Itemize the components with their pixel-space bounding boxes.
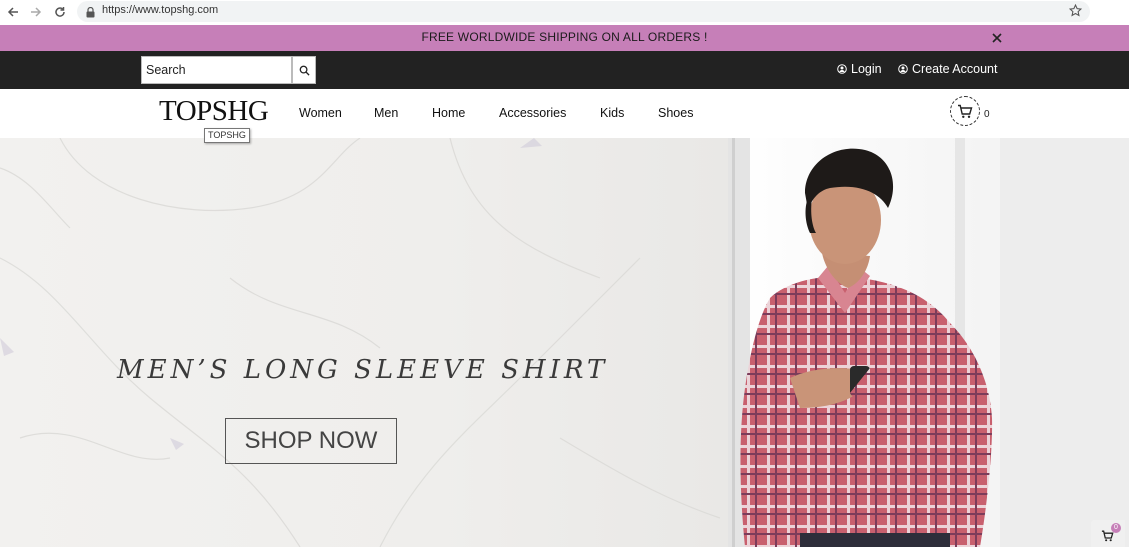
- search-input[interactable]: Search: [141, 56, 292, 84]
- announcement-text: FREE WORLDWIDE SHIPPING ON ALL ORDERS !: [421, 30, 708, 44]
- login-label: Login: [851, 62, 882, 76]
- hero-image: [0, 138, 1129, 547]
- star-icon[interactable]: [1068, 3, 1083, 22]
- shop-now-button[interactable]: SHOP NOW: [225, 418, 397, 464]
- search-button[interactable]: [292, 56, 316, 84]
- address-bar[interactable]: https://www.topshg.com: [77, 1, 1090, 22]
- search-icon: [299, 65, 310, 76]
- site-header: TOPSHG TOPSHG Women Men Home Accessories…: [0, 89, 1129, 143]
- reload-icon[interactable]: [50, 3, 70, 21]
- nav-item-shoes[interactable]: Shoes: [658, 106, 693, 120]
- cart-count: 0: [984, 109, 990, 120]
- cart-button[interactable]: [950, 96, 980, 126]
- create-account-label: Create Account: [912, 62, 998, 76]
- user-icon: [898, 64, 908, 74]
- browser-toolbar: https://www.topshg.com: [0, 0, 1129, 25]
- url-text: https://www.topshg.com: [102, 4, 219, 16]
- nav-item-kids[interactable]: Kids: [600, 106, 624, 120]
- nav-item-home[interactable]: Home: [432, 106, 465, 120]
- search-placeholder: Search: [146, 63, 186, 77]
- site-logo[interactable]: TOPSHG: [159, 95, 269, 128]
- forward-arrow-icon[interactable]: [26, 3, 46, 21]
- back-arrow-icon[interactable]: [3, 3, 23, 21]
- lock-icon: [86, 5, 95, 23]
- hero-title: MEN’S LONG SLEEVE SHIRT: [117, 355, 609, 385]
- cart-icon: [958, 104, 973, 118]
- logo-tooltip: TOPSHG: [204, 128, 250, 143]
- nav-item-women[interactable]: Women: [299, 106, 342, 120]
- close-icon[interactable]: [990, 31, 1004, 45]
- nav-item-accessories[interactable]: Accessories: [499, 106, 566, 120]
- create-account-link[interactable]: Create Account: [898, 62, 997, 76]
- user-icon: [837, 64, 847, 74]
- floating-cart-count: 0: [1111, 523, 1121, 533]
- floating-cart-button[interactable]: 0: [1091, 520, 1125, 547]
- announcement-bar: FREE WORLDWIDE SHIPPING ON ALL ORDERS !: [0, 25, 1129, 51]
- hero-banner: MEN’S LONG SLEEVE SHIRT SHOP NOW: [0, 138, 1129, 547]
- login-link[interactable]: Login: [837, 62, 882, 76]
- account-bar: Search Login Create Account: [0, 51, 1129, 89]
- nav-item-men[interactable]: Men: [374, 106, 398, 120]
